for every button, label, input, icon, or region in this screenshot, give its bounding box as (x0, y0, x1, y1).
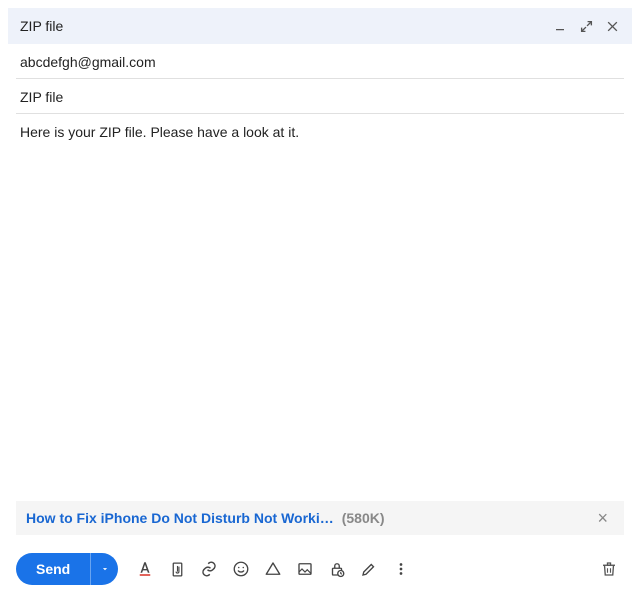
minimize-icon[interactable] (552, 18, 568, 34)
insert-photo-icon[interactable] (296, 560, 314, 578)
formatting-toolbar (136, 560, 410, 578)
expand-icon[interactable] (578, 18, 594, 34)
subject-text: ZIP file (20, 89, 63, 105)
insert-emoji-icon[interactable] (232, 560, 250, 578)
send-options-dropdown-icon[interactable] (90, 553, 118, 585)
body-text: Here is your ZIP file. Please have a loo… (20, 124, 299, 140)
confidential-mode-icon[interactable] (328, 560, 346, 578)
recipients-field[interactable]: abcdefgh@gmail.com (16, 44, 624, 79)
insert-drive-icon[interactable] (264, 560, 282, 578)
attachment-chip[interactable]: How to Fix iPhone Do Not Disturb Not Wor… (16, 501, 624, 535)
attachment-name: How to Fix iPhone Do Not Disturb Not Wor… (26, 510, 334, 526)
compose-header: ZIP file (8, 8, 632, 44)
send-split-button: Send (16, 553, 118, 585)
attach-file-icon[interactable] (168, 560, 186, 578)
compose-toolbar: Send (8, 545, 632, 593)
compose-window: ZIP file abcdefgh@gmail.com ZIP file (8, 8, 632, 593)
compose-title: ZIP file (20, 18, 63, 34)
more-options-icon[interactable] (392, 560, 410, 578)
message-body[interactable]: Here is your ZIP file. Please have a loo… (8, 114, 632, 501)
remove-attachment-icon[interactable]: × (591, 509, 614, 527)
insert-signature-icon[interactable] (360, 560, 378, 578)
delete-draft-icon[interactable] (600, 560, 618, 578)
insert-link-icon[interactable] (200, 560, 218, 578)
recipient-chip[interactable]: abcdefgh@gmail.com (20, 54, 156, 70)
send-button[interactable]: Send (16, 553, 90, 585)
compose-window-controls (552, 18, 620, 34)
attachment-size: (580K) (342, 510, 385, 526)
text-format-icon[interactable] (136, 560, 154, 578)
subject-field[interactable]: ZIP file (16, 79, 624, 114)
close-icon[interactable] (604, 18, 620, 34)
